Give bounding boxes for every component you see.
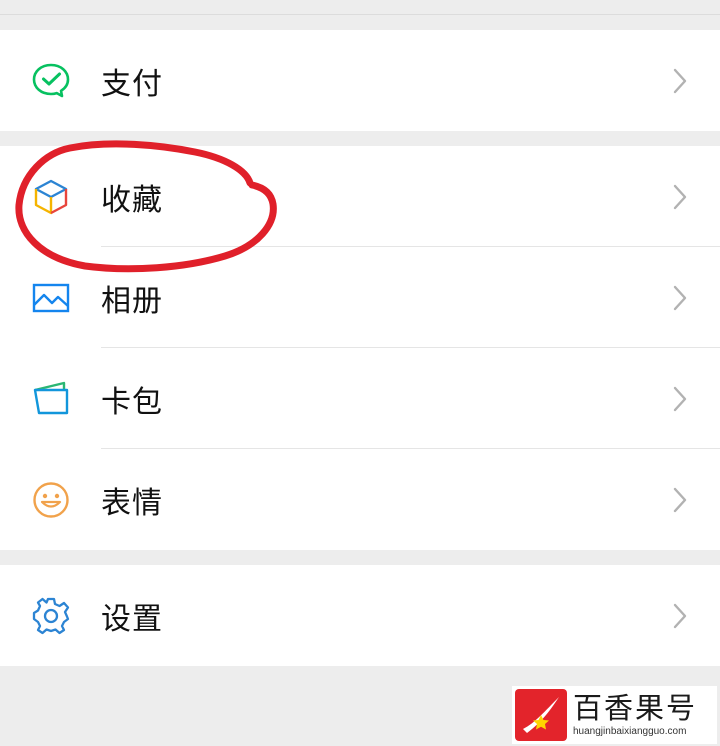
menu-item-album[interactable]: 相册 (0, 247, 720, 348)
menu-label-settings: 设置 (101, 601, 163, 637)
watermark-name: 百香果号 (573, 691, 698, 725)
menu-label-stickers: 表情 (101, 485, 163, 521)
group-settings: 设置 (0, 565, 720, 666)
chevron-right-icon (673, 285, 687, 310)
menu-item-favorites[interactable]: 收藏 (0, 146, 720, 247)
menu-item-pay[interactable]: 支付 (0, 30, 720, 131)
cube-icon (30, 176, 72, 218)
brand-logo-icon (515, 689, 567, 741)
wallet-icon (30, 378, 72, 420)
menu-item-stickers[interactable]: 表情 (0, 449, 720, 550)
menu-item-settings[interactable]: 设置 (0, 565, 720, 666)
smiley-icon (30, 479, 72, 521)
picture-icon (30, 277, 72, 319)
wechat-pay-icon (30, 60, 72, 102)
group-pay: 支付 (0, 30, 720, 131)
chevron-right-icon (673, 603, 687, 628)
chevron-right-icon (673, 68, 687, 93)
menu-label-album: 相册 (101, 283, 163, 319)
group-main: 收藏 相册 卡包 表情 (0, 146, 720, 550)
menu-item-card[interactable]: 卡包 (0, 348, 720, 449)
chevron-right-icon (673, 487, 687, 512)
top-separator (0, 14, 720, 15)
gear-icon (30, 595, 72, 637)
menu-label-card: 卡包 (101, 384, 163, 420)
menu-label-pay: 支付 (101, 66, 163, 102)
menu-label-favorites: 收藏 (101, 182, 163, 218)
watermark: 百香果号 huangjinbaixiangguo.com (512, 686, 717, 744)
watermark-url: huangjinbaixiangguo.com (573, 726, 687, 737)
chevron-right-icon (673, 184, 687, 209)
chevron-right-icon (673, 386, 687, 411)
